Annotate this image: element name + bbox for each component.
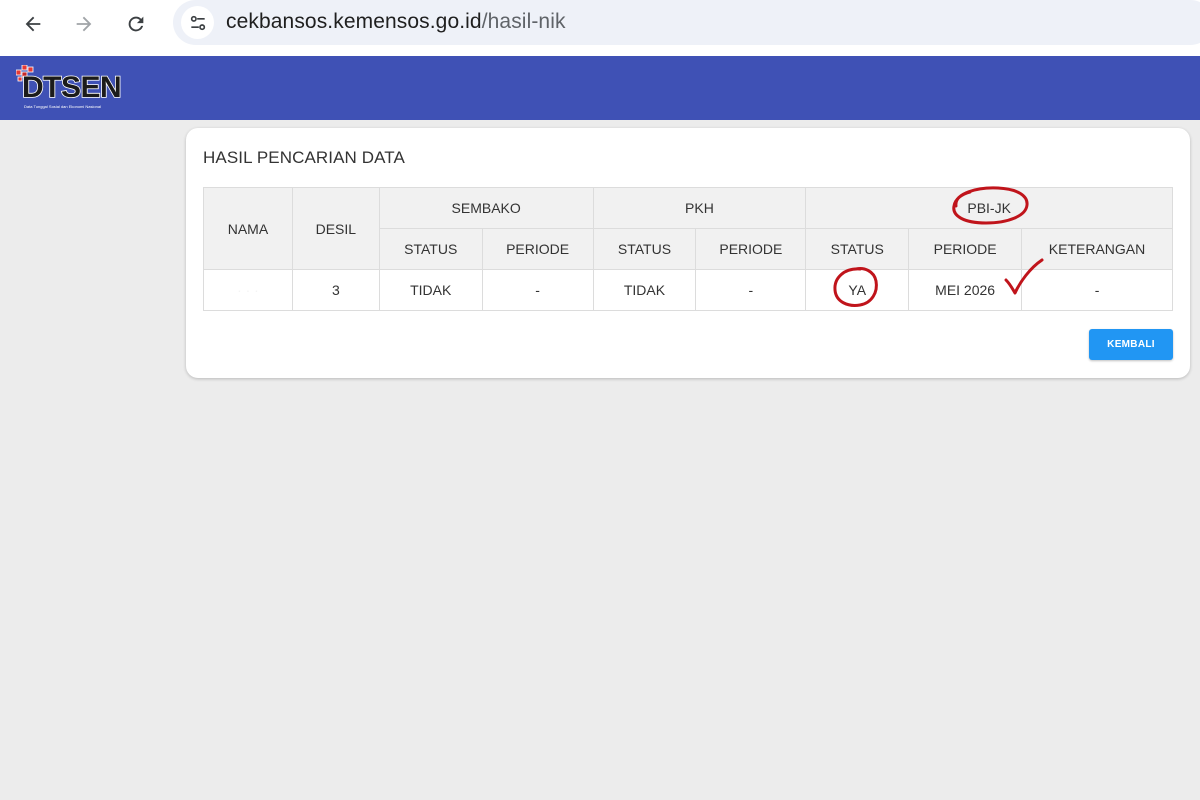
cell-desil: 3 — [291, 269, 380, 311]
col-header-pbijk: PBI-JK — [805, 187, 1173, 229]
col-header-pbijk-status: STATUS — [805, 228, 910, 270]
reload-button[interactable] — [120, 8, 152, 40]
col-header-pbijk-keterangan: KETERANGAN — [1021, 228, 1173, 270]
result-card: HASIL PENCARIAN DATA NAMA DESIL SEMBAKO … — [186, 128, 1190, 378]
url-path: /hasil-nik — [481, 10, 566, 33]
back-button[interactable] — [17, 8, 49, 40]
cell-pbijk-periode: MEI 2026 — [908, 269, 1023, 311]
dtsen-logo[interactable]: DTSEN Data Tunggal Sosial dan Ekonomi Na… — [14, 63, 128, 113]
arrow-right-icon — [76, 16, 92, 32]
cell-sembako-periode: - — [481, 269, 594, 311]
table-row: · · · 3 TIDAK - TIDAK - YA MEI 2026 - — [203, 269, 1173, 311]
logo-subtitle: Data Tunggal Sosial dan Ekonomi Nasional — [24, 104, 101, 109]
col-header-pkh: PKH — [592, 187, 807, 229]
col-header-pkh-periode: PERIODE — [695, 228, 807, 270]
arrow-left-icon — [25, 16, 41, 32]
browser-toolbar: cekbansos.kemensos.go.id/hasil-nik — [0, 0, 1200, 56]
cell-pbijk-keterangan: - — [1021, 269, 1173, 311]
site-info-button[interactable] — [181, 6, 214, 39]
url-text[interactable]: cekbansos.kemensos.go.id/hasil-nik — [226, 10, 566, 34]
logo-text: DTSEN — [21, 71, 122, 104]
cell-pkh-periode: - — [695, 269, 807, 311]
col-header-sembako-periode: PERIODE — [481, 228, 594, 270]
address-bar[interactable]: cekbansos.kemensos.go.id/hasil-nik — [173, 0, 1200, 45]
cell-sembako-status: TIDAK — [378, 269, 483, 311]
tune-icon — [190, 15, 205, 30]
result-table: NAMA DESIL SEMBAKO PKH PBI-JK STATUS PER… — [203, 187, 1173, 311]
cell-pkh-status: TIDAK — [592, 269, 697, 311]
col-header-pkh-status: STATUS — [592, 228, 697, 270]
col-header-sembako-status: STATUS — [378, 228, 483, 270]
col-header-desil: DESIL — [291, 187, 380, 270]
forward-button[interactable] — [68, 8, 100, 40]
col-header-nama: NAMA — [203, 187, 293, 270]
col-header-pbijk-periode: PERIODE — [908, 228, 1023, 270]
cell-nama: · · · — [203, 269, 293, 311]
page-title: HASIL PENCARIAN DATA — [203, 148, 405, 167]
table-header-row: NAMA DESIL SEMBAKO PKH PBI-JK — [203, 187, 1173, 270]
reload-icon — [128, 16, 144, 32]
url-domain: cekbansos.kemensos.go.id — [226, 10, 482, 33]
col-header-sembako: SEMBAKO — [378, 187, 594, 229]
app-header: DTSEN Data Tunggal Sosial dan Ekonomi Na… — [0, 56, 1200, 120]
cell-pbijk-status: YA — [805, 269, 910, 311]
back-button-kembali[interactable]: KEMBALI — [1089, 329, 1173, 360]
